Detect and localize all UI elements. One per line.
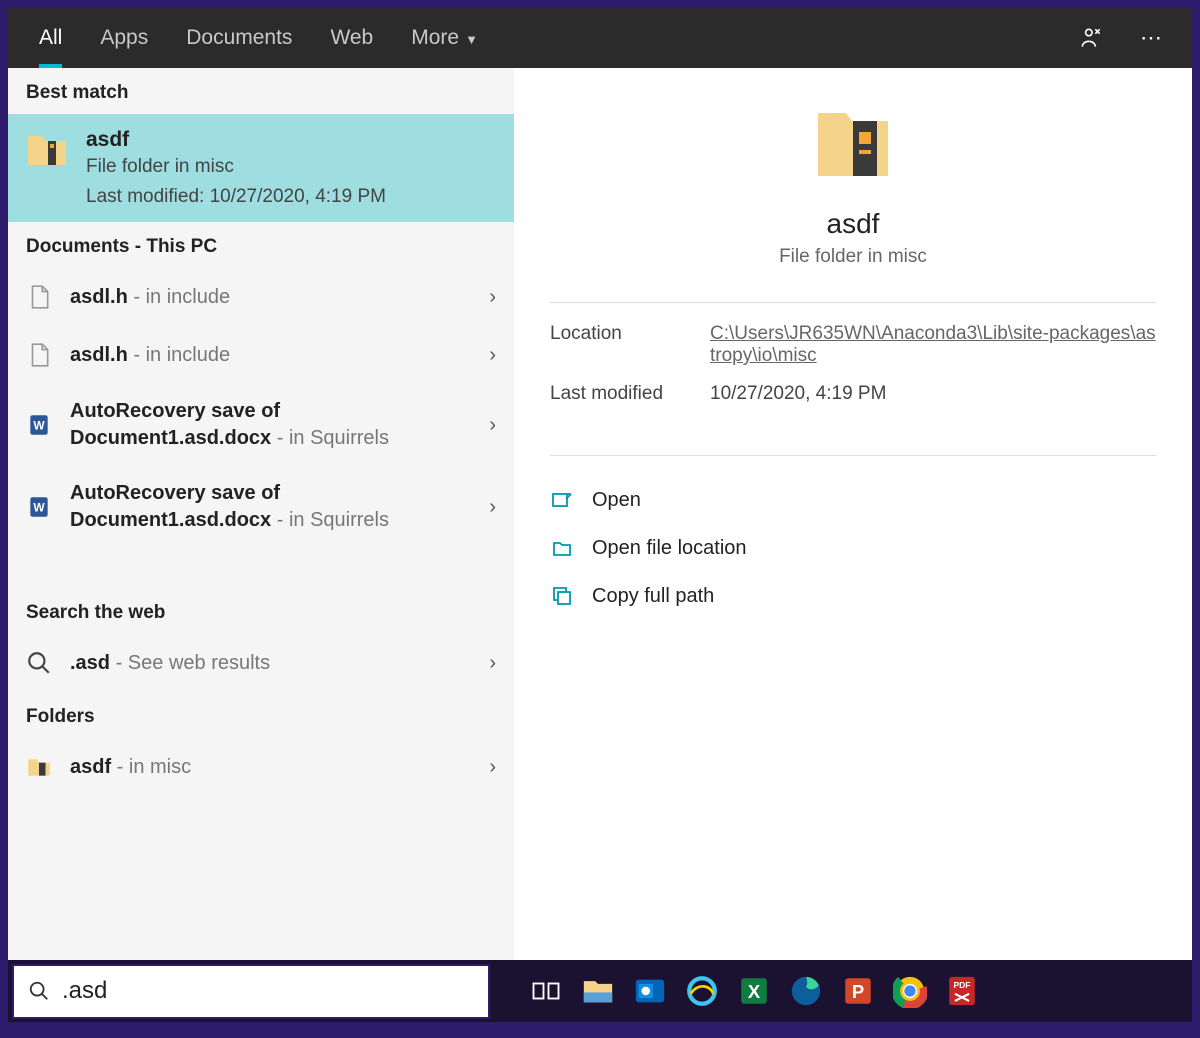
doc-result-2[interactable]: W AutoRecovery save of Document1.asd.doc… — [8, 384, 514, 466]
search-icon — [26, 650, 52, 676]
search-window: All Apps Documents Web More▼ ⋯ Best matc… — [8, 8, 1192, 960]
tab-all[interactable]: All — [20, 12, 81, 64]
folder-result[interactable]: asdf - in misc › — [8, 738, 514, 796]
section-documents: Documents - This PC — [8, 222, 514, 268]
file-icon — [26, 342, 52, 368]
more-options-icon[interactable]: ⋯ — [1122, 13, 1180, 63]
preview-subtitle: File folder in misc — [779, 246, 927, 268]
svg-text:P: P — [852, 981, 864, 1002]
file-icon — [26, 284, 52, 310]
tab-bar: All Apps Documents Web More▼ ⋯ — [8, 8, 1192, 68]
location-label: Location — [550, 323, 710, 367]
chevron-right-icon: › — [489, 344, 496, 367]
tab-documents[interactable]: Documents — [167, 12, 311, 64]
best-match-item[interactable]: asdf File folder in misc Last modified: … — [8, 114, 514, 222]
doc-result-1[interactable]: asdl.h - in include › — [8, 326, 514, 384]
modified-label: Last modified — [550, 383, 710, 405]
internet-explorer-icon[interactable] — [676, 965, 728, 1017]
doc-result-3[interactable]: W AutoRecovery save of Document1.asd.doc… — [8, 466, 514, 548]
best-match-subtitle: File folder in misc — [86, 156, 386, 178]
action-open[interactable]: Open — [550, 476, 1156, 524]
chevron-right-icon: › — [489, 496, 496, 519]
tab-web[interactable]: Web — [311, 12, 392, 64]
svg-text:X: X — [748, 981, 761, 1002]
preview-panel: asdf File folder in misc Location C:\Use… — [514, 68, 1192, 960]
svg-text:PDF: PDF — [954, 980, 971, 990]
copy-icon — [550, 584, 574, 608]
tab-apps[interactable]: Apps — [81, 12, 167, 64]
folder-icon — [26, 754, 52, 780]
chrome-icon[interactable] — [884, 965, 936, 1017]
search-box[interactable] — [12, 964, 490, 1019]
svg-text:W: W — [33, 500, 45, 514]
folder-icon — [26, 128, 68, 170]
chevron-right-icon: › — [489, 652, 496, 675]
file-explorer-icon[interactable] — [572, 965, 624, 1017]
taskbar: X P PDF — [8, 960, 1192, 1022]
section-folders: Folders — [8, 692, 514, 738]
folder-large-icon — [813, 98, 893, 188]
modified-value: 10/27/2020, 4:19 PM — [710, 383, 1156, 405]
tab-more[interactable]: More▼ — [392, 12, 497, 64]
svg-text:W: W — [33, 418, 45, 432]
chevron-right-icon: › — [489, 414, 496, 437]
chevron-right-icon: › — [489, 286, 496, 309]
outlook-icon[interactable] — [624, 965, 676, 1017]
search-icon — [28, 980, 50, 1002]
open-icon — [550, 488, 574, 512]
section-best-match: Best match — [8, 68, 514, 114]
word-doc-icon: W — [26, 412, 52, 438]
doc-result-0[interactable]: asdl.h - in include › — [8, 268, 514, 326]
edge-icon[interactable] — [780, 965, 832, 1017]
excel-icon[interactable]: X — [728, 965, 780, 1017]
powerpoint-icon[interactable]: P — [832, 965, 884, 1017]
web-result[interactable]: .asd - See web results › — [8, 634, 514, 692]
best-match-modified: Last modified: 10/27/2020, 4:19 PM — [86, 186, 386, 208]
section-search-web: Search the web — [8, 588, 514, 634]
action-open-location[interactable]: Open file location — [550, 524, 1156, 572]
action-copy-path[interactable]: Copy full path — [550, 572, 1156, 620]
location-value[interactable]: C:\Users\JR635WN\Anaconda3\Lib\site-pack… — [710, 323, 1156, 367]
search-input[interactable] — [62, 977, 474, 1005]
feedback-icon[interactable] — [1060, 13, 1122, 63]
task-view-icon[interactable] — [520, 965, 572, 1017]
chevron-right-icon: › — [489, 756, 496, 779]
chevron-down-icon: ▼ — [465, 32, 478, 47]
divider — [550, 455, 1156, 456]
open-location-icon — [550, 536, 574, 560]
preview-title: asdf — [827, 208, 880, 240]
pdf-icon[interactable]: PDF — [936, 965, 988, 1017]
results-panel: Best match asdf File folder in misc Last… — [8, 68, 514, 960]
divider — [550, 302, 1156, 303]
best-match-title: asdf — [86, 128, 386, 152]
word-doc-icon: W — [26, 494, 52, 520]
